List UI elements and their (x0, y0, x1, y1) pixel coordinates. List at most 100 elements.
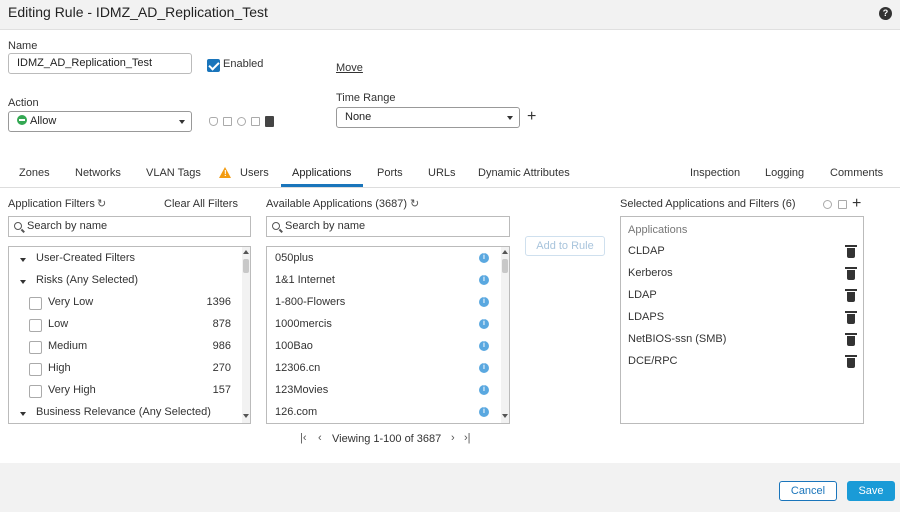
tab-networks[interactable]: Networks (75, 167, 121, 179)
tab-inspection[interactable]: Inspection (690, 167, 740, 179)
application-item[interactable]: 100Bao i (267, 335, 499, 357)
info-icon[interactable]: i (479, 341, 489, 351)
filters-list: User-Created Filters Risks (Any Selected… (8, 246, 251, 424)
chevron-down-icon (179, 120, 185, 124)
time-range-label: Time Range (336, 92, 396, 104)
info-icon[interactable]: i (479, 253, 489, 263)
chevron-down-icon (20, 412, 26, 416)
enabled-checkbox[interactable] (207, 59, 220, 72)
name-input[interactable]: IDMZ_AD_Replication_Test (8, 53, 192, 74)
tab-comments[interactable]: Comments (830, 167, 883, 179)
application-item[interactable]: 050plus i (267, 247, 499, 269)
filter-item[interactable]: Low 878 (9, 315, 239, 337)
application-item[interactable]: 123Movies i (267, 379, 499, 401)
filter-group-label: Risks (Any Selected) (36, 274, 139, 286)
add-to-rule-button[interactable]: Add to Rule (525, 236, 605, 256)
filter-item-label: Very High (48, 384, 96, 396)
filter-item[interactable]: Very High 157 (9, 381, 239, 403)
filter-checkbox[interactable] (29, 297, 42, 310)
trash-icon[interactable] (845, 245, 857, 258)
info-icon[interactable]: i (479, 363, 489, 373)
trash-icon[interactable] (845, 267, 857, 280)
bulb-icon[interactable] (823, 200, 832, 209)
info-icon[interactable]: i (479, 319, 489, 329)
application-item[interactable]: 1-800-Flowers i (267, 291, 499, 313)
filter-checkbox[interactable] (29, 363, 42, 376)
filter-item[interactable]: High 270 (9, 359, 239, 381)
next-page-icon[interactable]: › (451, 432, 455, 444)
application-item[interactable]: 1&1 Internet i (267, 269, 499, 291)
filter-item-count: 986 (212, 340, 231, 352)
last-page-icon[interactable]: ›| (464, 432, 471, 444)
application-item[interactable]: 126.com i (267, 401, 499, 423)
add-time-range-icon[interactable]: + (527, 109, 536, 125)
filter-item[interactable]: Very Low 1396 (9, 293, 239, 315)
prev-page-icon[interactable]: ‹ (318, 432, 322, 444)
application-name: 123Movies (275, 384, 329, 396)
filter-item[interactable]: Medium 986 (9, 337, 239, 359)
first-page-icon[interactable]: |‹ (300, 432, 307, 444)
add-icon[interactable]: + (852, 196, 861, 212)
tab-ports[interactable]: Ports (377, 167, 403, 179)
trash-icon[interactable] (845, 355, 857, 368)
help-icon[interactable]: ? (879, 7, 892, 20)
scroll-up-icon[interactable] (243, 250, 249, 254)
application-name: 100Bao (275, 340, 313, 352)
move-link[interactable]: Move (336, 62, 363, 74)
tab-logging[interactable]: Logging (765, 167, 804, 179)
active-tab-indicator (281, 184, 363, 187)
time-range-select[interactable]: None (336, 107, 520, 128)
filters-scrollbar[interactable] (242, 247, 250, 423)
trash-icon[interactable] (845, 289, 857, 302)
trash-icon[interactable] (845, 311, 857, 324)
selected-item-name: CLDAP (628, 245, 665, 257)
tab-users[interactable]: Users (240, 167, 269, 179)
info-icon[interactable]: i (479, 407, 489, 417)
applications-scrollbar[interactable] (501, 247, 509, 423)
info-icon[interactable]: i (479, 297, 489, 307)
chevron-down-icon (20, 280, 26, 284)
document-icon (223, 117, 232, 126)
filter-checkbox[interactable] (29, 385, 42, 398)
cancel-button[interactable]: Cancel (779, 481, 837, 501)
trash-icon[interactable] (845, 333, 857, 346)
selected-title: Selected Applications and Filters (6) (620, 198, 796, 210)
scroll-up-icon[interactable] (502, 250, 508, 254)
refresh-icon[interactable]: ↻ (97, 197, 106, 210)
filter-checkbox[interactable] (29, 341, 42, 354)
tab-zones[interactable]: Zones (19, 167, 50, 179)
scroll-down-icon[interactable] (243, 414, 249, 418)
save-button[interactable]: Save (847, 481, 895, 501)
application-name: 1&1 Internet (275, 274, 335, 286)
filters-search-input[interactable]: Search by name (8, 216, 251, 237)
scroll-thumb[interactable] (502, 259, 508, 273)
applications-search-placeholder: Search by name (285, 220, 366, 232)
time-range-value: None (345, 111, 372, 123)
application-item[interactable]: 12306.cn i (267, 357, 499, 379)
filter-checkbox[interactable] (29, 319, 42, 332)
action-value: Allow (30, 115, 57, 127)
refresh-icon[interactable]: ↻ (410, 197, 419, 210)
filter-group[interactable]: Business Relevance (Any Selected) (9, 403, 239, 423)
info-icon[interactable]: i (479, 385, 489, 395)
application-name: 12306.cn (275, 362, 321, 374)
scroll-down-icon[interactable] (502, 414, 508, 418)
info-icon[interactable]: i (479, 275, 489, 285)
tab-dynamic-attributes[interactable]: Dynamic Attributes (478, 167, 570, 179)
filter-group[interactable]: User-Created Filters (9, 249, 239, 271)
card-icon[interactable] (838, 200, 847, 209)
action-select[interactable]: Allow (8, 111, 192, 132)
application-item[interactable]: 1000mercis i (267, 313, 499, 335)
clear-all-filters-link[interactable]: Clear All Filters (164, 198, 238, 210)
pagination-text: Viewing 1-100 of 3687 (332, 433, 442, 445)
tab-vlan-tags[interactable]: VLAN Tags (146, 167, 201, 179)
search-icon (272, 222, 280, 230)
application-name: 050plus (275, 252, 314, 264)
filter-group[interactable]: Risks (Any Selected) (9, 271, 239, 293)
tab-urls[interactable]: URLs (428, 167, 456, 179)
filter-item-label: Very Low (48, 296, 94, 308)
filter-item-label: Low (48, 318, 69, 330)
applications-search-input[interactable]: Search by name (266, 216, 510, 237)
scroll-thumb[interactable] (243, 259, 249, 273)
tab-applications[interactable]: Applications (292, 167, 351, 179)
